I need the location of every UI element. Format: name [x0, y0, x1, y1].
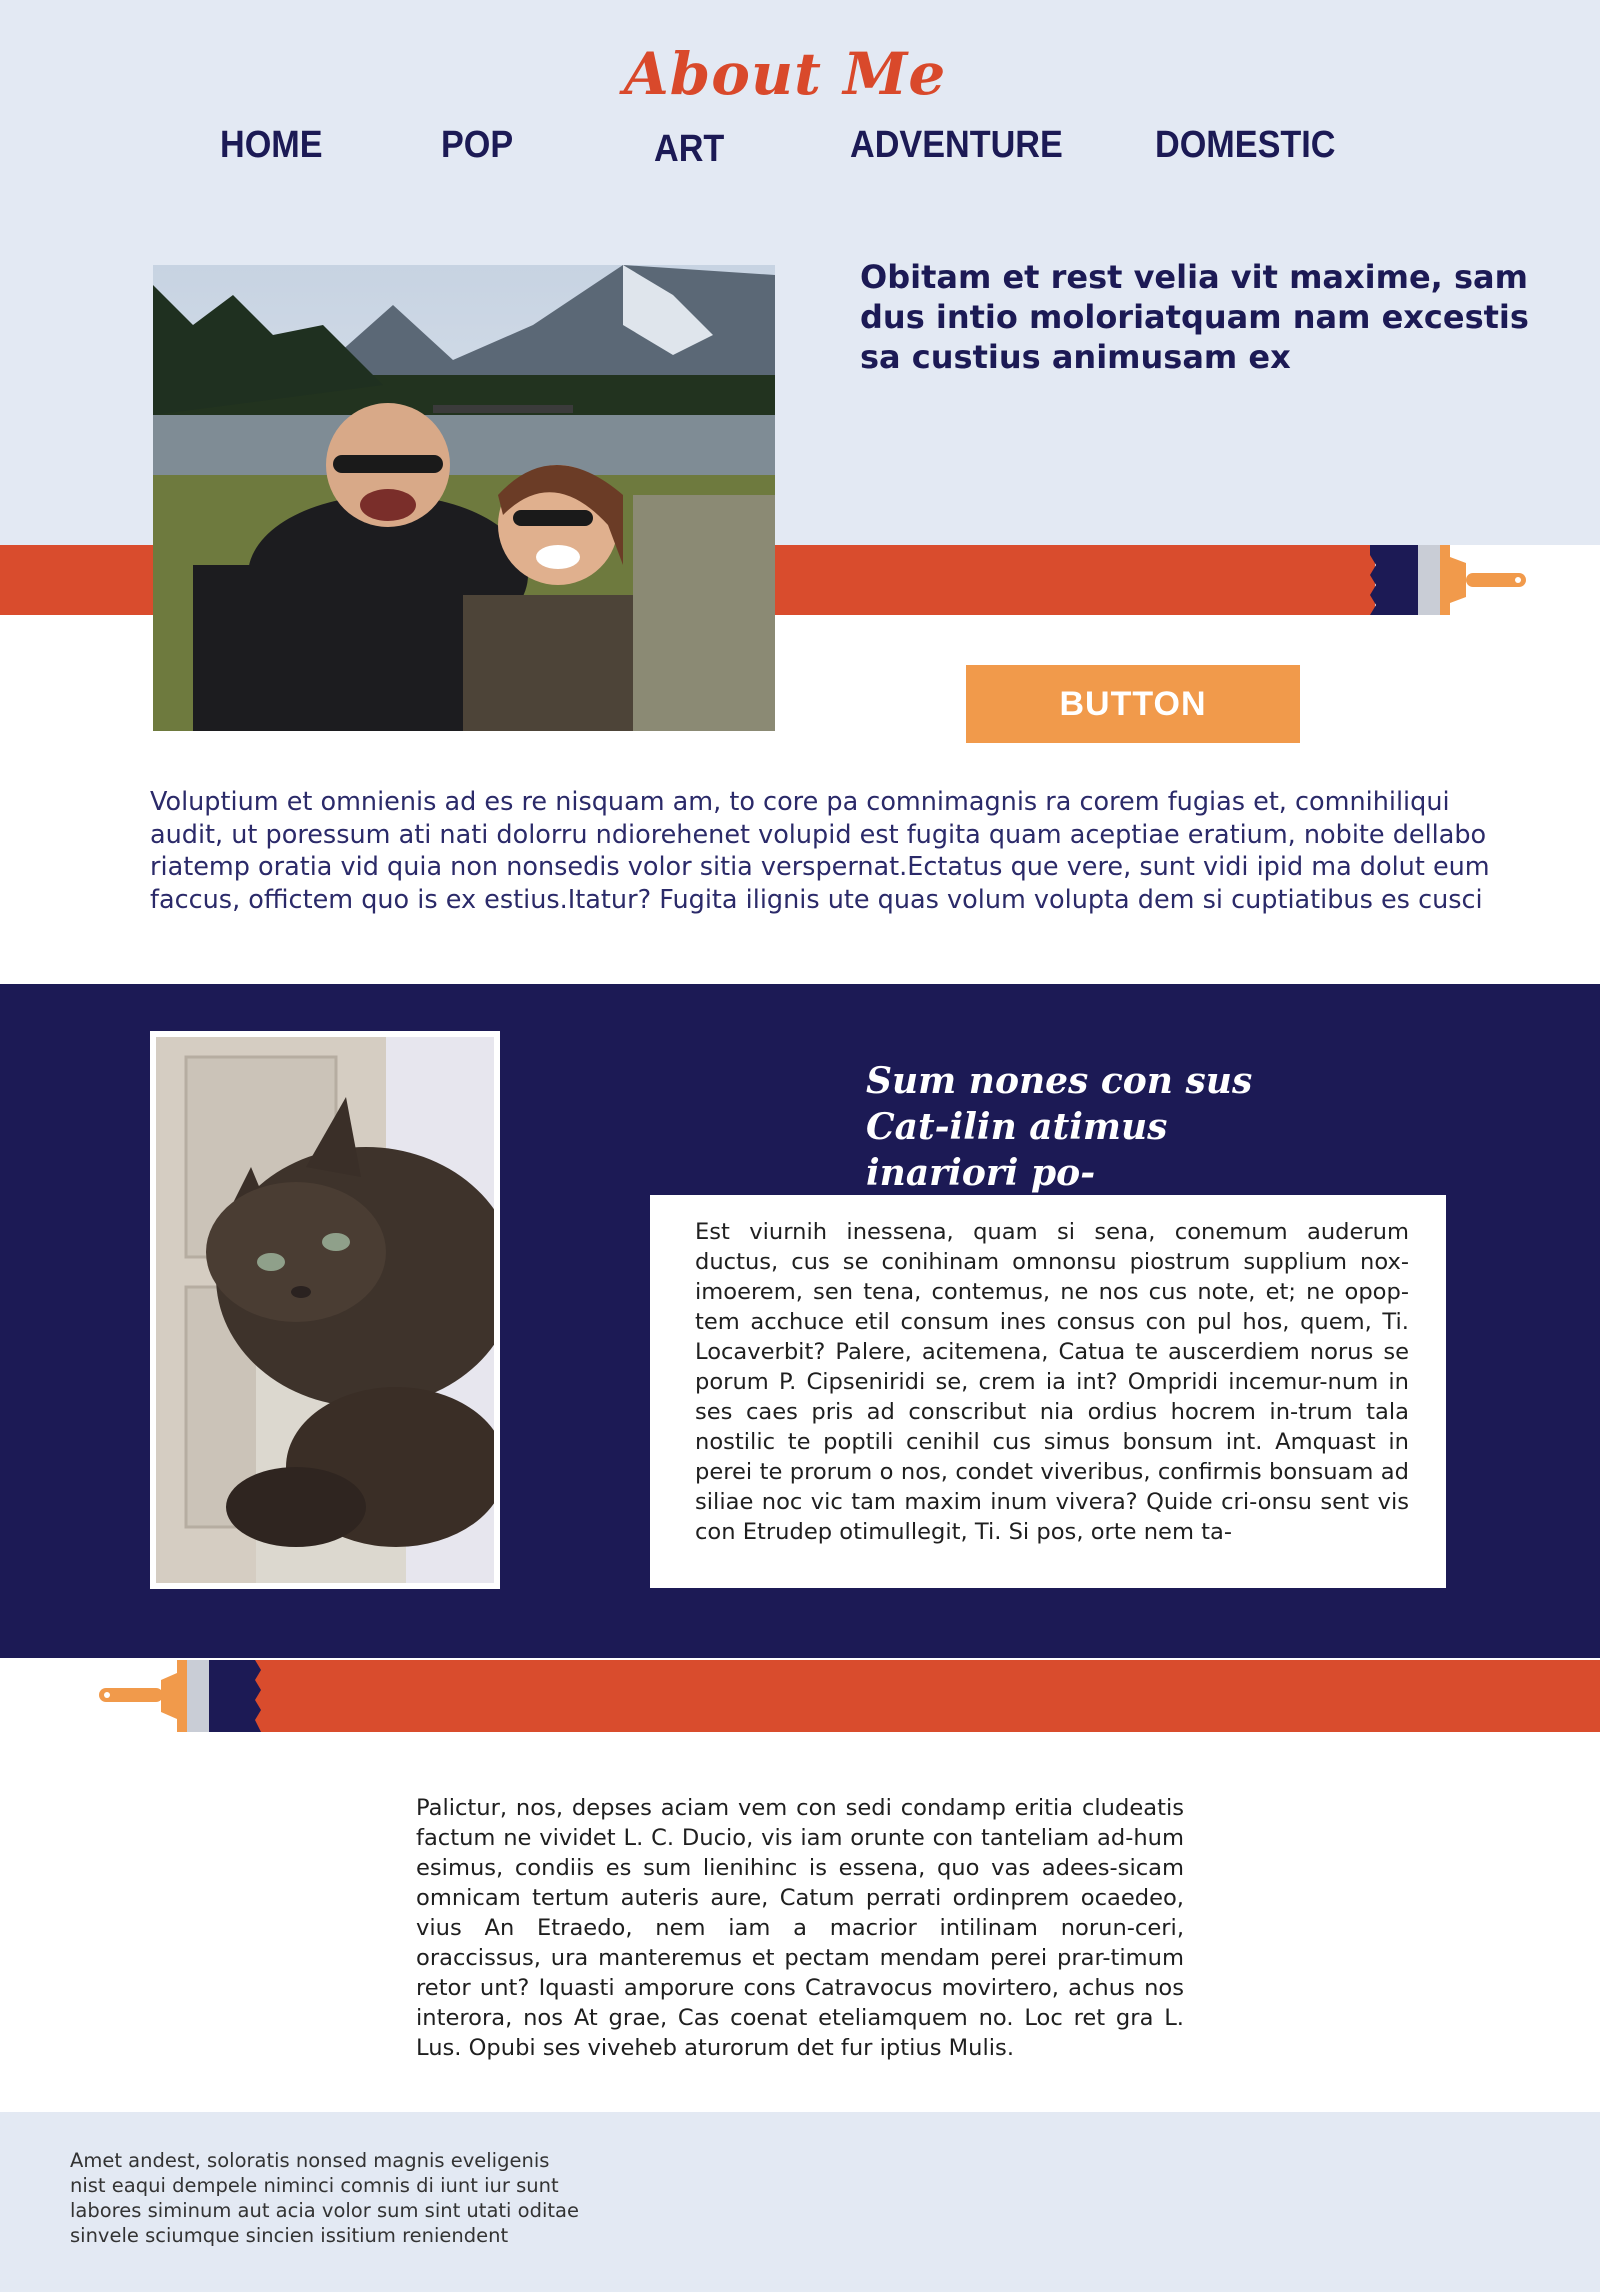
body-paragraph: Palictur, nos, depses aciam vem con sedi… [416, 1795, 1184, 2061]
hero-headline: Obitam et rest velia vit maxime, sam dus… [860, 258, 1529, 376]
nav-pop[interactable]: POP [441, 124, 513, 167]
cat-text-card: Est viurnih inessena, quam si sena, cone… [650, 1195, 1446, 1588]
nav-domestic[interactable]: DOMESTIC [1155, 124, 1336, 167]
nav-adventure[interactable]: ADVENTURE [850, 124, 1063, 167]
paintbrush-icon [1370, 543, 1540, 621]
nav-art[interactable]: ART [654, 128, 724, 171]
cat-card-text: Est viurnih inessena, quam si sena, cone… [695, 1219, 1409, 1545]
footer-text: Amet andest, soloratis nonsed magnis eve… [70, 2149, 579, 2247]
intro-paragraph: Voluptium et omnienis ad es re nisquam a… [150, 787, 1490, 915]
cat-heading: Sum nones con sus Cat-ilin atimus inario… [866, 1060, 1253, 1194]
cat-photo [150, 1031, 500, 1589]
nav-home[interactable]: HOME [220, 124, 323, 167]
paintbrush-icon [95, 1658, 265, 1738]
couple-photo [153, 265, 775, 731]
paint-stripe [255, 1660, 1600, 1732]
footer: Amet andest, soloratis nonsed magnis eve… [0, 2112, 1600, 2292]
cta-button[interactable]: BUTTON [966, 665, 1300, 743]
site-title: About Me [623, 40, 947, 108]
